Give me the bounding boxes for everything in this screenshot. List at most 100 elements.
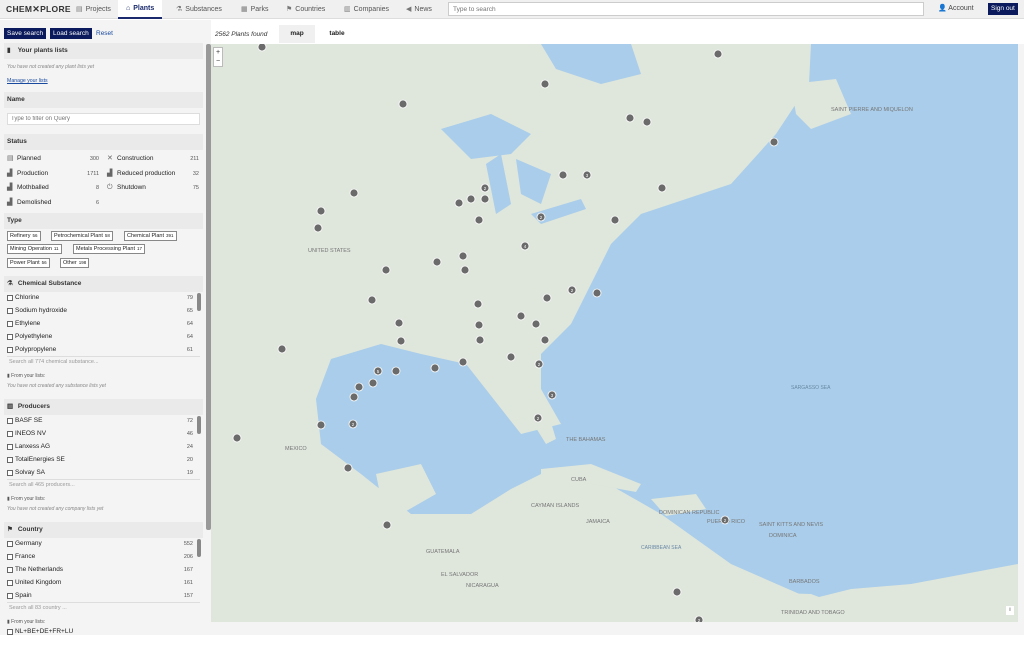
checkbox[interactable] [7,308,13,314]
plant-marker[interactable] [398,99,408,109]
tab-countries[interactable]: ⚑ Countries [280,0,331,19]
zoom-control[interactable]: + − [213,47,223,67]
checkbox[interactable] [7,444,13,450]
zoom-out-button[interactable]: − [214,57,222,66]
country-option[interactable]: Germany 552 [7,538,197,550]
status-production[interactable]: ▟ Production 1711 [7,168,103,180]
logo[interactable]: CHEM✕PLORE [6,4,71,15]
plant-marker[interactable] [454,198,464,208]
name-filter-input[interactable] [7,113,200,125]
checkbox[interactable] [7,470,13,476]
plant-marker[interactable] [474,215,484,225]
tab-table[interactable]: table [319,25,355,43]
plant-marker[interactable] [480,194,490,204]
status-shutdown[interactable]: ⏻ Shutdown 75 [107,182,203,194]
chemical-option[interactable]: Sodium hydroxide 65 [7,305,197,317]
zoom-in-button[interactable]: + [214,48,222,57]
plant-marker[interactable] [458,251,468,261]
plant-marker[interactable] [531,319,541,329]
search-input[interactable] [448,2,924,16]
status-planned[interactable]: ▤ Planned 300 [7,153,103,165]
producer-option[interactable]: INEOS NV 46 [7,428,197,440]
info-button[interactable]: i [1006,606,1014,615]
plant-marker[interactable] [391,366,401,376]
type-tag[interactable]: Chemical Plant 391 [124,231,177,241]
status-construction[interactable]: ✕ Construction 211 [107,153,203,165]
plant-marker[interactable] [313,223,323,233]
plant-marker[interactable] [316,420,326,430]
tab-parks[interactable]: ▦ Parks [235,0,275,19]
plant-marker[interactable] [540,335,550,345]
plant-marker[interactable] [394,318,404,328]
producer-option[interactable]: TotalEnergies SE 20 [7,454,197,466]
chemical-option[interactable]: Polyethylene 64 [7,331,197,343]
plant-marker[interactable] [625,113,635,123]
plant-marker[interactable] [506,352,516,362]
producer-option[interactable]: BASF SE 72 [7,415,197,427]
tab-news[interactable]: ◀ News [400,0,438,19]
plant-marker[interactable] [382,520,392,530]
plant-marker[interactable] [540,79,550,89]
plant-marker[interactable] [672,587,682,597]
country-option[interactable]: France 206 [7,551,197,563]
manage-lists-link[interactable]: Manage your lists [7,78,48,84]
tab-map[interactable]: map [279,25,315,43]
chemical-option[interactable]: Chlorine 79 [7,292,197,304]
map[interactable]: UNITED STATES MEXICO CUBA GUATEMALA NICARAGU… [211,44,1018,622]
plant-marker[interactable] [430,363,440,373]
checkbox[interactable] [7,593,13,599]
checkbox[interactable] [7,334,13,340]
load-search-button[interactable]: Load search [50,28,92,39]
checkbox[interactable] [7,431,13,437]
plant-marker[interactable] [381,265,391,275]
sign-out-button[interactable]: Sign out [988,3,1018,15]
plant-marker[interactable] [466,194,476,204]
plant-marker[interactable] [475,335,485,345]
plant-marker[interactable] [558,170,568,180]
checkbox[interactable] [7,554,13,560]
type-tag[interactable]: Petrochemical Plant 58 [51,231,113,241]
plant-marker[interactable] [349,392,359,402]
plant-marker[interactable] [657,183,667,193]
checkbox[interactable] [7,321,13,327]
tab-substances[interactable]: ⚗ Substances [170,0,228,19]
checkbox[interactable] [7,457,13,463]
country-option[interactable]: Spain 157 [7,590,197,602]
plant-marker[interactable] [460,265,470,275]
save-search-button[interactable]: Save search [4,28,47,39]
plant-marker[interactable] [432,257,442,267]
plant-marker[interactable] [354,382,364,392]
plant-marker[interactable] [473,299,483,309]
tab-plants[interactable]: ⌂ Plants [118,0,163,19]
status-mothballed[interactable]: ▟ Mothballed 8 [7,182,103,194]
reset-link[interactable]: Reset [96,30,113,37]
chemical-scrollbar[interactable] [197,293,201,311]
plant-marker[interactable] [769,137,779,147]
plant-marker[interactable] [368,378,378,388]
checkbox[interactable] [7,580,13,586]
plant-marker[interactable] [474,320,484,330]
horizontal-scrollbar[interactable] [211,622,1024,635]
type-tag[interactable]: Power Plant 56 [7,258,50,268]
plant-marker[interactable] [542,293,552,303]
plant-marker[interactable] [343,463,353,473]
plant-marker[interactable] [516,311,526,321]
checkbox[interactable] [7,418,13,424]
plant-marker[interactable] [592,288,602,298]
country-scrollbar[interactable] [197,539,201,557]
tab-companies[interactable]: ▥ Companies [338,0,395,19]
status-demolished[interactable]: ▟ Demolished 6 [7,197,103,209]
country-option[interactable]: United Kingdom 161 [7,577,197,589]
type-tag[interactable]: Other 198 [60,258,90,268]
plant-marker[interactable] [458,357,468,367]
chemical-option[interactable]: Ethylene 64 [7,318,197,330]
type-tag[interactable]: Metals Processing Plant 17 [73,244,146,254]
chemical-option[interactable]: Polypropylene 61 [7,344,197,356]
chemical-search-all[interactable]: Search all 774 chemical substance... [7,356,200,367]
country-list-option[interactable]: NL+BE+DE+FR+LU [7,626,197,638]
plant-marker[interactable] [232,433,242,443]
producer-option[interactable]: Solvay SA 19 [7,467,197,479]
plant-marker[interactable] [316,206,326,216]
checkbox[interactable] [7,347,13,353]
plant-marker[interactable] [277,344,287,354]
